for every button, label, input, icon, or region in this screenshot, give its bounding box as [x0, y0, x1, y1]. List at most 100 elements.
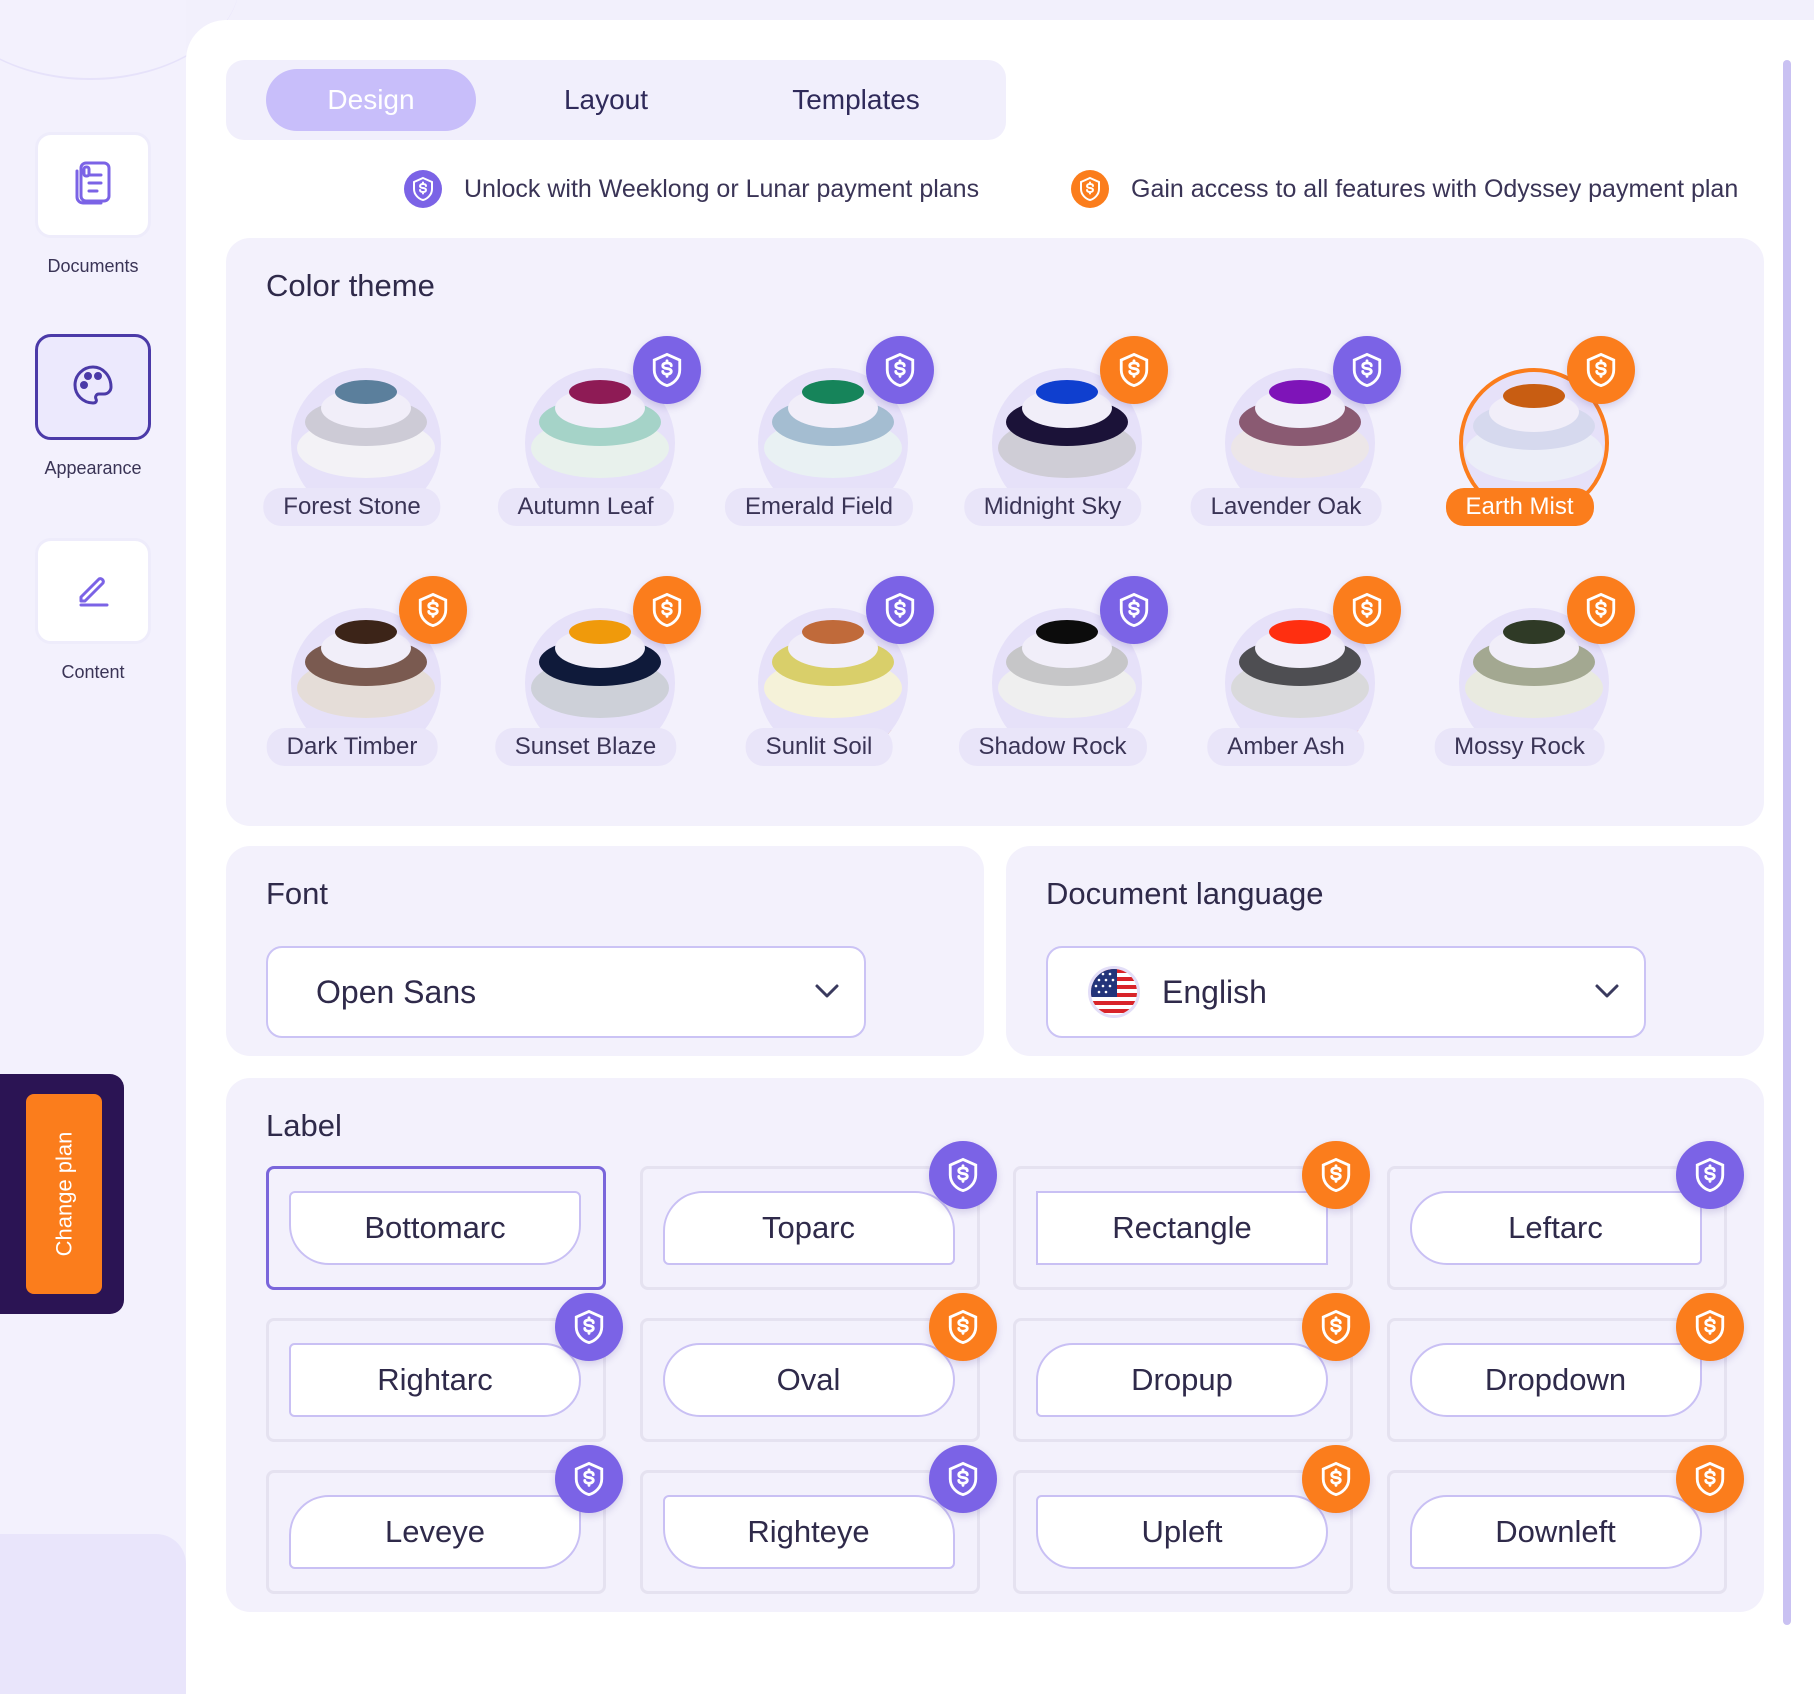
theme-name: Mossy Rock [1434, 728, 1605, 766]
label-option-leftarc[interactable]: Leftarc [1386, 1141, 1744, 1290]
odyssey-plan-badge-icon [928, 1293, 997, 1361]
label-option-dropup[interactable]: Dropup [1013, 1293, 1370, 1442]
odyssey-plan-badge-icon [1675, 1445, 1744, 1513]
weeklong-plan-badge-icon [866, 336, 934, 404]
change-plan-button[interactable]: Change plan [26, 1094, 102, 1294]
chevron-down-icon [812, 978, 842, 1009]
language-title: Document language [1046, 876, 1324, 911]
swatch-ring [568, 380, 631, 404]
shield-dollar-icon [404, 170, 442, 208]
label-shape-preview: Dropup [1036, 1343, 1328, 1417]
sidebar-tile [35, 538, 151, 644]
theme-earth-mist[interactable]: Earth Mist [1430, 336, 1635, 548]
theme-amber-ash[interactable]: Amber Ash [1196, 576, 1401, 788]
theme-dark-timber[interactable]: Dark Timber [262, 576, 467, 788]
theme-emerald-field[interactable]: Emerald Field [724, 336, 934, 548]
swatch-ring [1269, 380, 1331, 404]
font-select-value: Open Sans [316, 974, 477, 1010]
tab-bar: Design Layout Templates [226, 60, 1006, 140]
label-option-rectangle[interactable]: Rectangle [1013, 1141, 1370, 1290]
sidebar-tile [35, 132, 151, 238]
theme-name: Forest Stone [263, 488, 441, 526]
language-card: Document language English [1006, 846, 1764, 1056]
sidebar-item-label: Documents [47, 256, 139, 276]
label-shape-preview: Bottomarc [289, 1191, 581, 1265]
label-shape-preview: Dropdown [1409, 1343, 1702, 1417]
swatch-ring [802, 380, 864, 404]
theme-name: Midnight Sky [963, 488, 1142, 526]
label-option-righteye[interactable]: Righteye [639, 1445, 997, 1594]
theme-lavender-oak[interactable]: Lavender Oak [1190, 336, 1401, 548]
label-option-oval[interactable]: Oval [639, 1293, 997, 1442]
theme-mossy-rock[interactable]: Mossy Rock [1430, 576, 1635, 788]
label-card: Label Bottomarc Toparc Rectangle Leftarc Rig… [226, 1078, 1764, 1612]
sidebar-item-appearance[interactable]: Appearance [0, 334, 186, 479]
label-option-downleft[interactable]: Downleft [1386, 1445, 1744, 1594]
weeklong-plan-badge-icon [928, 1141, 997, 1209]
palette-icon [71, 363, 115, 412]
odyssey-plan-badge-icon [1333, 576, 1401, 644]
sidebar-item-content[interactable]: Content [0, 538, 186, 683]
theme-name: Shadow Rock [958, 728, 1147, 766]
legend-weeklong: Unlock with Weeklong or Lunar payment pl… [404, 170, 979, 208]
sidebar-item-label: Appearance [44, 458, 142, 478]
sidebar: Documents Appearance Content Change plan [0, 0, 240, 1694]
odyssey-plan-badge-icon [1302, 1445, 1370, 1513]
sidebar-item-label: Content [61, 662, 125, 682]
sidebar-decoration-bottom [0, 1534, 186, 1694]
change-plan-panel: Change plan [0, 1074, 124, 1314]
theme-name: Lavender Oak [1190, 488, 1382, 526]
odyssey-plan-badge-icon [1675, 1293, 1744, 1361]
change-plan-label: Change plan [51, 1131, 76, 1257]
label-shape-preview: Toparc [662, 1191, 955, 1265]
theme-midnight-sky[interactable]: Midnight Sky [963, 336, 1168, 548]
label-option-dropdown[interactable]: Dropdown [1386, 1293, 1744, 1442]
tab-design[interactable]: Design [266, 69, 476, 131]
theme-name: Dark Timber [266, 728, 438, 766]
odyssey-plan-badge-icon [1566, 576, 1635, 644]
theme-sunlit-soil[interactable]: Sunlit Soil [729, 576, 934, 788]
theme-name: Earth Mist [1445, 488, 1594, 526]
tab-templates[interactable]: Templates [736, 69, 976, 131]
weeklong-plan-badge-icon [928, 1445, 997, 1513]
language-select[interactable]: English [1046, 946, 1646, 1038]
swatch-ring [335, 380, 397, 404]
label-title: Label [266, 1108, 342, 1143]
language-select-value: English [1162, 974, 1267, 1010]
theme-shadow-rock[interactable]: Shadow Rock [958, 576, 1168, 788]
font-title: Font [266, 876, 329, 911]
odyssey-plan-badge-icon [1099, 336, 1168, 404]
shield-dollar-icon [1071, 170, 1109, 208]
label-shape-preview: Leveye [289, 1495, 581, 1569]
swatch-ring [1035, 620, 1098, 644]
theme-sunset-blaze[interactable]: Sunset Blaze [494, 576, 701, 788]
theme-autumn-leaf[interactable]: Autumn Leaf [496, 336, 701, 548]
weeklong-plan-badge-icon [555, 1445, 623, 1513]
odyssey-plan-badge-icon [632, 576, 701, 644]
us-flag-icon [1088, 966, 1140, 1018]
font-card: Font Open Sans [226, 846, 984, 1056]
label-option-bottomarc[interactable]: Bottomarc [266, 1166, 606, 1290]
theme-forest-stone[interactable]: Forest Stone [262, 348, 442, 548]
label-shape-preview: Leftarc [1409, 1191, 1702, 1265]
tab-layout[interactable]: Layout [506, 69, 706, 131]
label-option-toparc[interactable]: Toparc [639, 1141, 997, 1290]
weeklong-plan-badge-icon [1333, 336, 1401, 404]
font-select[interactable]: Open Sans [266, 946, 866, 1038]
weeklong-plan-badge-icon [555, 1293, 623, 1361]
pencil-icon [73, 569, 113, 614]
label-option-upleft[interactable]: Upleft [1013, 1445, 1370, 1594]
scrollbar[interactable] [1783, 60, 1791, 1625]
weeklong-plan-badge-icon [1675, 1141, 1744, 1209]
swatch-ring [1502, 384, 1565, 408]
documents-icon [71, 159, 115, 212]
swatch-ring [335, 620, 397, 644]
sidebar-item-documents[interactable]: Documents [0, 132, 186, 277]
label-shape-preview: Oval [662, 1343, 955, 1417]
label-option-leveye[interactable]: Leveye [266, 1445, 623, 1594]
label-shape-preview: Righteye [662, 1495, 955, 1569]
legend-text: Gain access to all features with Odyssey… [1131, 174, 1739, 203]
label-option-rightarc[interactable]: Rightarc [266, 1293, 623, 1442]
theme-name: Sunlit Soil [745, 728, 893, 766]
sidebar-tile [35, 334, 151, 440]
